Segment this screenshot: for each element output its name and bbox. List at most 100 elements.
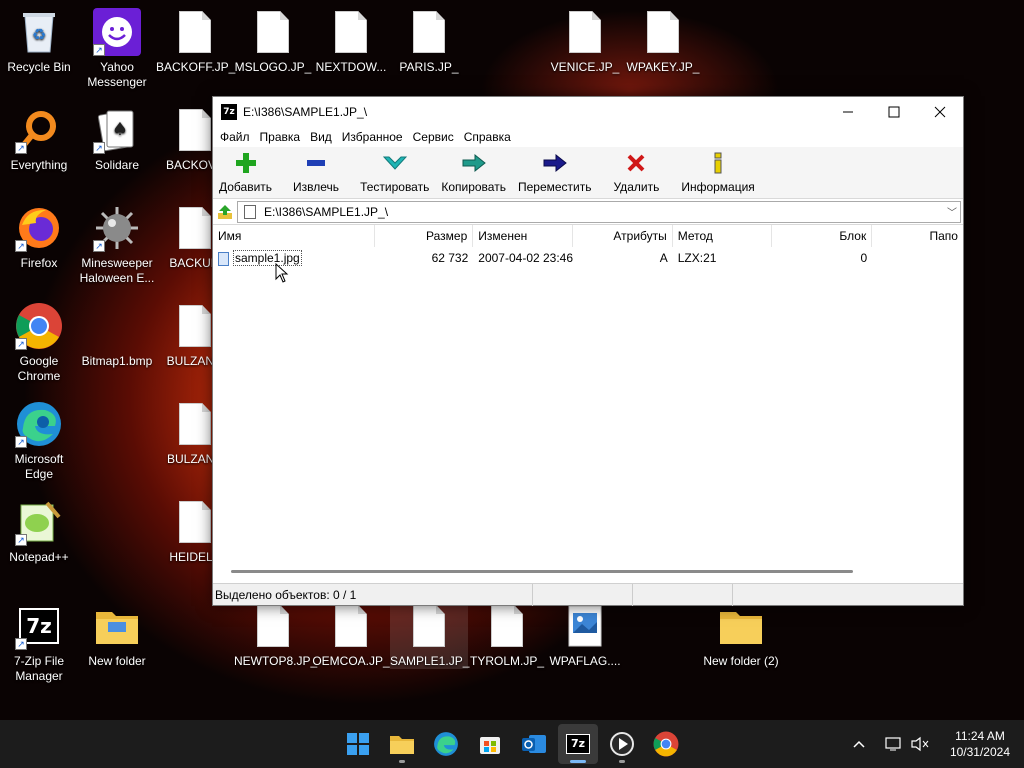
horizontal-scrollbar[interactable] [231,570,853,573]
desktop-icon-everything[interactable]: ↗ Everything [0,106,78,173]
desktop-icon-mslogo[interactable]: MSLOGO.JP_ [234,8,312,75]
menu-view[interactable]: Вид [305,130,337,144]
desktop-icon-wpaflag[interactable]: WPAFLAG.... [546,602,624,669]
menu-favorites[interactable]: Избранное [337,130,408,144]
file-icon [327,8,375,56]
volume-muted-icon[interactable] [910,720,930,768]
file-size: 62 732 [431,251,469,265]
show-hidden-icons-button[interactable] [852,720,866,768]
shortcut-arrow-icon: ↗ [93,44,105,56]
test-button[interactable]: Тестировать [354,151,435,194]
delete-x-icon [623,151,649,175]
desktop-icon-yahoo-messenger[interactable]: ↗ Yahoo Messenger [78,8,156,90]
taskbar-7zip[interactable]: 7z [558,724,598,764]
start-button[interactable] [338,724,378,764]
minimize-icon [843,111,853,113]
table-row[interactable]: sample1.jpg 62 732 2007-04-02 23:46 A LZ… [213,247,963,269]
desktop-icon-label: SAMPLE1.JP_ [390,654,470,668]
desktop-icon-label: Recycle Bin [7,60,71,74]
desktop-icon-paris[interactable]: PARIS.JP_ [390,8,468,75]
file-icon [249,8,297,56]
column-header-name[interactable]: Имя [213,225,375,247]
desktop-icon-nextdow[interactable]: NEXTDOW... [312,8,390,75]
menu-file[interactable]: Файл [215,130,255,144]
desktop-icon-new-folder-2[interactable]: New folder (2) [702,602,780,669]
menu-edit[interactable]: Правка [255,130,306,144]
desktop-icon-label: NEWTOP8.JP_ [234,654,318,668]
yahoo-messenger-icon: ↗ [93,8,141,56]
taskbar-store[interactable] [470,724,510,764]
file-attributes: A [659,251,668,265]
column-header-modified[interactable]: Изменен [473,225,574,247]
desktop-icon-backoff[interactable]: BACKOFF.JP_ [156,8,235,75]
desktop-icon-newtop8[interactable]: NEWTOP8.JP_ [234,602,317,669]
svg-text:♠: ♠ [112,119,128,140]
desktop-icon-recycle-bin[interactable]: ♻ Recycle Bin [0,8,78,75]
outlook-icon [522,735,546,753]
column-header-block[interactable]: Блок [772,225,873,247]
minimize-button[interactable] [825,97,871,127]
menu-help[interactable]: Справка [459,130,516,144]
desktop-icon-venice[interactable]: VENICE.JP_ [546,8,624,75]
file-icon [327,602,375,650]
column-header-attributes[interactable]: Атрибуты [573,225,673,247]
shortcut-arrow-icon: ↗ [93,240,105,252]
copy-button[interactable]: Копировать [435,151,512,194]
taskbar-edge[interactable] [426,724,466,764]
add-button[interactable]: Добавить [213,151,278,194]
file-list: Имя Размер Изменен Атрибуты Метод Блок П… [213,225,963,577]
taskbar-media-player[interactable] [602,724,642,764]
delete-button[interactable]: Удалить [598,151,676,194]
desktop-icon-label: WPAKEY.JP_ [626,60,700,74]
desktop-icon-7zip[interactable]: 7z ↗ 7-Zip File Manager [0,602,78,684]
desktop-icon-new-folder[interactable]: New folder [78,602,156,669]
file-method: LZX:21 [677,251,717,265]
column-header-method[interactable]: Метод [673,225,773,247]
network-status-icon[interactable] [884,720,904,768]
chevron-down-icon[interactable]: ﹀ [944,204,960,219]
desktop-icon-minesweeper[interactable]: ↗ Minesweeper Haloween E... [78,204,156,286]
column-header-folders[interactable]: Папо [872,225,963,247]
desktop-icon-label: New folder [88,654,146,668]
desktop-icon-google-chrome[interactable]: ↗ Google Chrome [0,302,78,384]
status-bar: Выделено объектов: 0 / 1 [213,583,963,606]
taskbar: 7z 11:24 AM 10/31/2024 [0,720,1024,768]
everything-search-icon: ↗ [15,106,63,154]
svg-text:♻: ♻ [32,25,46,44]
maximize-button[interactable] [871,97,917,127]
up-folder-button[interactable] [213,201,237,223]
chrome-icon [653,731,679,757]
taskbar-outlook[interactable] [514,724,554,764]
extract-button[interactable]: Извлечь [278,151,354,194]
column-header-size[interactable]: Размер [375,225,474,247]
document-icon [244,204,256,219]
desktop-icon-solidare[interactable]: ♠ ↗ Solidare [78,106,156,173]
desktop-icon-label: OEMCOA.JP_ [312,654,390,668]
taskbar-chrome[interactable] [646,724,686,764]
desktop-icon-notepad-plus-plus[interactable]: ↗ Notepad++ [0,498,78,565]
info-button[interactable]: Информация [675,151,760,194]
taskbar-file-explorer[interactable] [382,724,422,764]
file-block: 0 [860,251,868,265]
menu-bar: Файл Правка Вид Избранное Сервис Справка [213,127,963,147]
move-button[interactable]: Переместить [512,151,598,194]
menu-tools[interactable]: Сервис [408,130,459,144]
close-button[interactable] [917,97,963,127]
desktop-icon-wpakey[interactable]: WPAKEY.JP_ [624,8,702,75]
desktop-icon-oemcoa[interactable]: OEMCOA.JP_ [312,602,390,669]
desktop-icon-firefox[interactable]: ↗ Firefox [0,204,78,271]
add-plus-icon [233,151,259,175]
clock[interactable]: 11:24 AM 10/31/2024 [950,728,1010,760]
file-icon [405,602,453,650]
desktop-icon-microsoft-edge[interactable]: ↗ Microsoft Edge [0,400,78,482]
address-bar: E:\I386\SAMPLE1.JP_\ ﹀ [213,199,963,225]
close-icon [934,106,946,118]
address-input[interactable]: E:\I386\SAMPLE1.JP_\ ﹀ [237,200,961,223]
recycle-bin-icon: ♻ [15,8,63,56]
desktop-icon-tyrolm[interactable]: TYROLM.JP_ [468,602,546,669]
solitaire-cards-icon: ♠ ↗ [93,106,141,154]
desktop-icon-bitmap1[interactable]: Bitmap1.bmp [78,302,156,369]
chrome-icon: ↗ [15,302,63,350]
title-bar[interactable]: 7z E:\I386\SAMPLE1.JP_\ [213,97,963,127]
desktop-icon-sample1[interactable]: SAMPLE1.JP_ [390,602,470,669]
